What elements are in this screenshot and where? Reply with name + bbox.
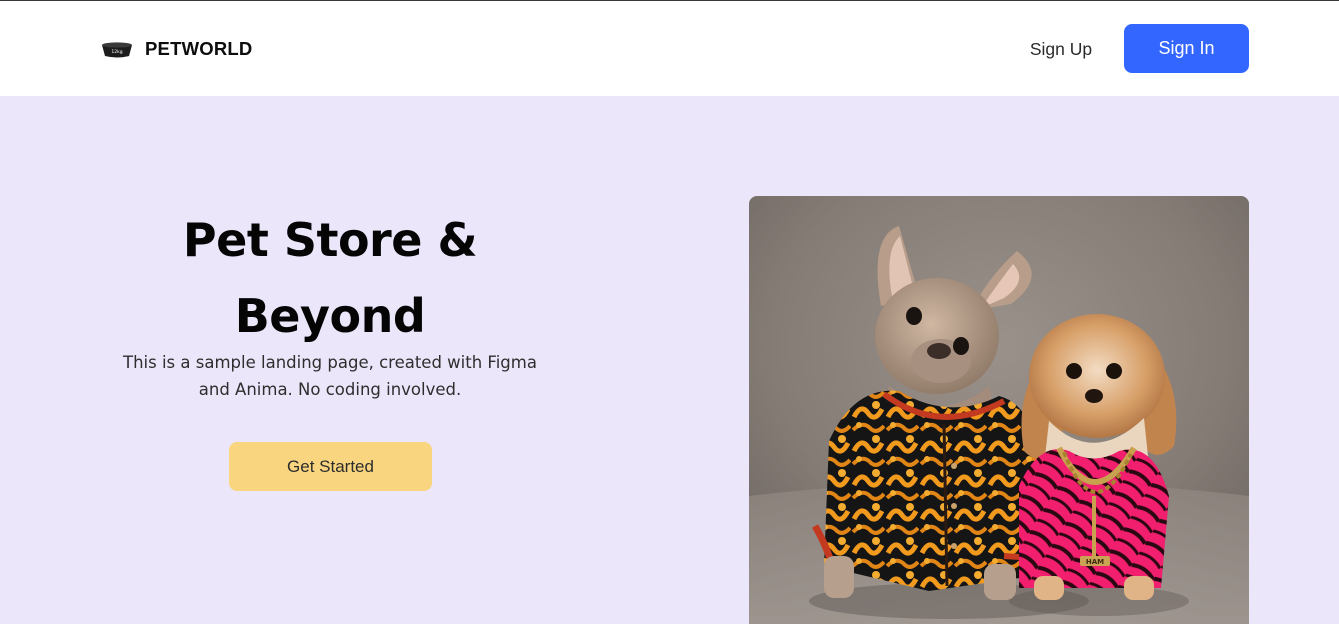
brand-logo[interactable]: 12kg PETWORLD: [100, 37, 252, 61]
collar-tag-text: HAM: [1086, 558, 1104, 566]
sign-up-link[interactable]: Sign Up: [1018, 35, 1104, 63]
get-started-button[interactable]: Get Started: [229, 442, 432, 491]
brand-icon-label: 12kg: [111, 49, 122, 55]
hero-title: Pet Store & Beyond: [130, 202, 530, 354]
dogs-illustration: HAM: [749, 196, 1249, 624]
hero-subtitle-line-1: This is a sample landing page, created w…: [123, 353, 537, 372]
hero-subtitle: This is a sample landing page, created w…: [90, 349, 570, 403]
hero-dogs-photo: HAM: [749, 196, 1249, 624]
pet-food-bowl-icon: 12kg: [102, 42, 132, 58]
hero-subtitle-line-2: and Anima. No coding involved.: [198, 380, 462, 399]
hero-title-line-1: Pet Store &: [182, 213, 478, 267]
sign-in-button[interactable]: Sign In: [1124, 24, 1249, 73]
hero-title-line-2: Beyond: [234, 289, 426, 343]
hero-section: Pet Store & Beyond This is a sample land…: [0, 96, 1339, 624]
site-header: 12kg PETWORLD Sign Up Sign In: [0, 1, 1339, 96]
brand-name: PETWORLD: [145, 38, 253, 59]
